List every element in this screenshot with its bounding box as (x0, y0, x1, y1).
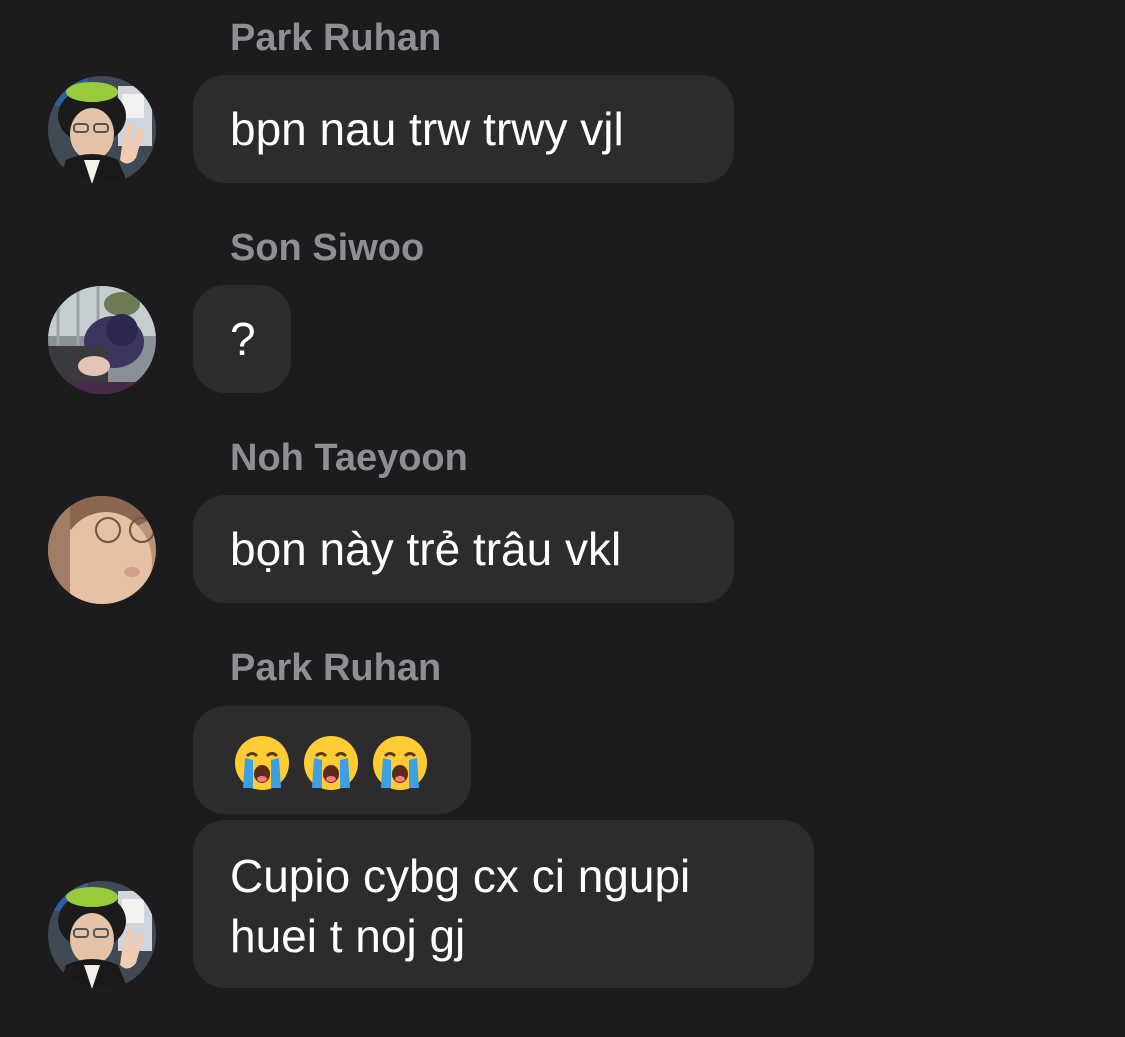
message-text: ? (230, 313, 256, 365)
message-bubble[interactable]: bpn nau trw trwy vjl (193, 75, 734, 183)
avatar-park-ruhan[interactable] (48, 881, 156, 989)
sender-name: Son Siwoo (230, 227, 425, 269)
emoji-message-bubble[interactable] (193, 706, 471, 814)
sender-name: Park Ruhan (230, 17, 442, 59)
loudly-crying-face-icon (373, 736, 427, 790)
message-text: bpn nau trw trwy vjl (230, 103, 624, 155)
loudly-crying-face-icon (235, 736, 289, 790)
message-bubble[interactable]: bọn này trẻ trâu vkl (193, 495, 734, 603)
message-bubble[interactable]: ? (193, 285, 291, 393)
sender-name: Park Ruhan (230, 647, 442, 689)
avatar-son-siwoo[interactable] (48, 286, 156, 394)
message-text-line-1: Cupio cybg cx ci ngupi (230, 850, 691, 902)
avatar-park-ruhan[interactable] (48, 76, 156, 184)
message-text-line-2: huei t noj gj (230, 910, 466, 962)
loudly-crying-face-icon (304, 736, 358, 790)
sender-name: Noh Taeyoon (230, 437, 468, 479)
message-bubble[interactable]: Cupio cybg cx ci ngupi huei t noj gj (193, 820, 814, 988)
message-text: bọn này trẻ trâu vkl (230, 523, 622, 575)
avatar-noh-taeyoon[interactable] (48, 496, 156, 604)
